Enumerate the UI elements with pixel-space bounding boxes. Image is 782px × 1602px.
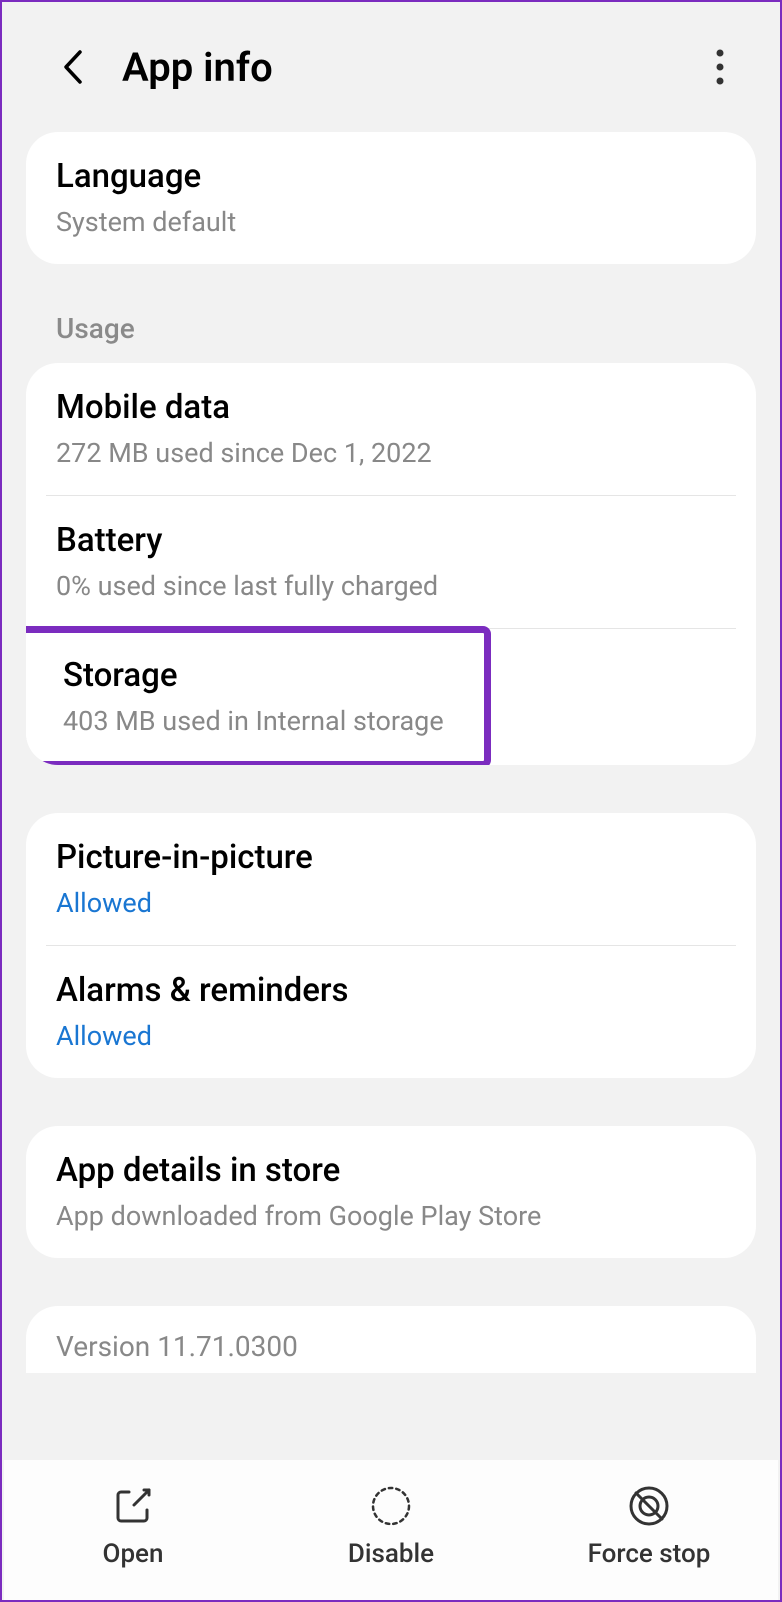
force-stop-label: Force stop	[588, 1539, 711, 1569]
battery-subtitle: 0% used since last fully charged	[56, 569, 726, 604]
storage-title: Storage	[63, 655, 454, 698]
language-card: Language System default	[26, 132, 756, 264]
storage-item[interactable]: Storage 403 MB used in Internal storage	[26, 626, 491, 765]
usage-header: Usage	[26, 312, 756, 363]
disable-button[interactable]: Disable	[262, 1485, 520, 1569]
open-label: Open	[103, 1539, 164, 1569]
pip-status: Allowed	[56, 886, 726, 921]
store-subtitle: App downloaded from Google Play Store	[56, 1199, 726, 1234]
alarms-title: Alarms & reminders	[56, 970, 726, 1013]
mobile-data-item[interactable]: Mobile data 272 MB used since Dec 1, 202…	[26, 363, 756, 495]
open-button[interactable]: Open	[4, 1485, 262, 1569]
mobile-data-title: Mobile data	[56, 387, 726, 430]
store-card: App details in store App downloaded from…	[26, 1126, 756, 1258]
store-item[interactable]: App details in store App downloaded from…	[26, 1126, 756, 1258]
storage-subtitle: 403 MB used in Internal storage	[63, 704, 454, 739]
language-title: Language	[56, 156, 726, 199]
pip-title: Picture-in-picture	[56, 837, 726, 880]
alarms-item[interactable]: Alarms & reminders Allowed	[26, 946, 756, 1078]
store-title: App details in store	[56, 1150, 726, 1193]
alarms-status: Allowed	[56, 1019, 726, 1054]
usage-card: Mobile data 272 MB used since Dec 1, 202…	[26, 363, 756, 765]
battery-item[interactable]: Battery 0% used since last fully charged	[26, 496, 756, 628]
permissions-card: Picture-in-picture Allowed Alarms & remi…	[26, 813, 756, 1078]
header: App info	[2, 2, 780, 132]
version-card: Version 11.71.0300	[26, 1306, 756, 1373]
version-text: Version 11.71.0300	[56, 1330, 726, 1363]
disable-icon	[370, 1485, 412, 1527]
force-stop-icon	[628, 1485, 670, 1527]
disable-label: Disable	[348, 1539, 434, 1569]
battery-title: Battery	[56, 520, 726, 563]
pip-item[interactable]: Picture-in-picture Allowed	[26, 813, 756, 945]
back-icon[interactable]	[52, 47, 92, 87]
mobile-data-subtitle: 272 MB used since Dec 1, 2022	[56, 436, 726, 471]
page-title: App info	[122, 44, 700, 91]
force-stop-button[interactable]: Force stop	[520, 1485, 778, 1569]
language-subtitle: System default	[56, 205, 726, 240]
open-icon	[112, 1485, 154, 1527]
more-options-icon[interactable]	[700, 47, 740, 87]
language-item[interactable]: Language System default	[26, 132, 756, 264]
footer-bar: Open Disable Force stop	[4, 1460, 778, 1600]
